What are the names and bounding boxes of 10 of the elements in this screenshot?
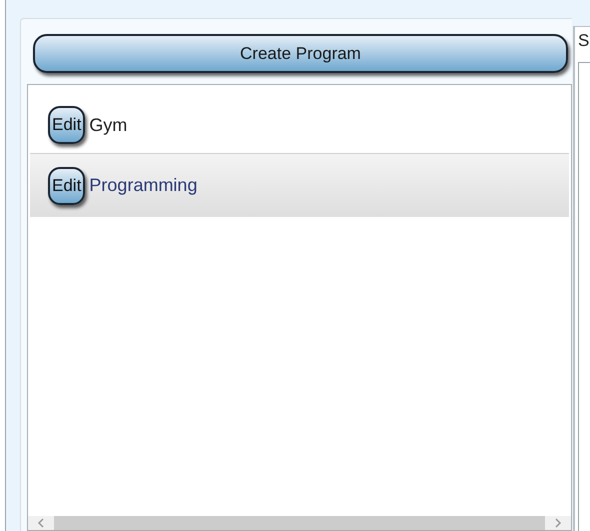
- program-row[interactable]: Edit Programming: [30, 153, 569, 217]
- scroll-right-icon[interactable]: [553, 518, 563, 528]
- side-panel-header: S: [577, 30, 590, 52]
- program-row[interactable]: Edit Gym: [30, 97, 569, 153]
- program-name: Programming: [89, 174, 198, 197]
- create-program-button[interactable]: Create Program: [33, 34, 568, 73]
- program-name: Gym: [89, 114, 128, 137]
- edit-button[interactable]: Edit: [48, 106, 86, 144]
- scroll-left-icon[interactable]: [36, 518, 46, 528]
- edit-button[interactable]: Edit: [48, 166, 86, 204]
